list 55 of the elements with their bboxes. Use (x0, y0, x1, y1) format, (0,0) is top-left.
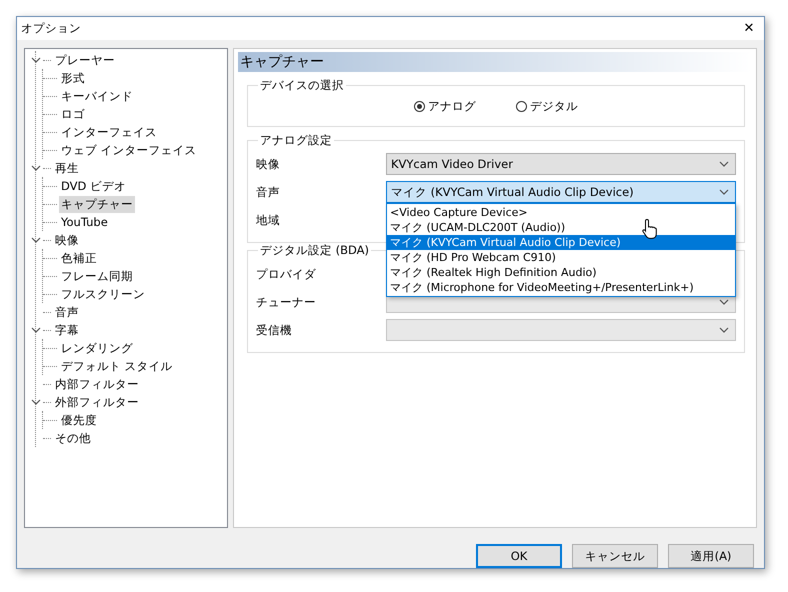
group-title: デジタル設定 (BDA) (259, 243, 370, 258)
chevron-icon (719, 189, 729, 195)
tree-item[interactable]: 優先度 (59, 412, 99, 428)
tree-item[interactable]: デフォルト スタイル (59, 358, 175, 374)
tree-item[interactable]: 映像 (53, 232, 81, 248)
expand-icon[interactable] (31, 237, 41, 243)
expand-icon[interactable] (31, 327, 41, 333)
hand-cursor-icon (642, 218, 658, 240)
chevron-icon (719, 161, 729, 167)
tree-item[interactable]: 再生 (53, 160, 81, 176)
dropdown-option[interactable]: マイク (Realtek High Definition Audio) (387, 265, 735, 280)
group-title: アナログ設定 (259, 133, 333, 148)
window-title: オプション (21, 21, 81, 36)
dropdown-option[interactable]: マイク (UCAM-DLC200T (Audio)) (387, 220, 735, 235)
field-label: 音声 (256, 184, 281, 200)
tree-item[interactable]: ウェブ インターフェイス (59, 142, 199, 158)
dialog-button[interactable]: 適用(A) (668, 544, 754, 568)
tree-item[interactable]: レンダリング (59, 340, 135, 356)
field-label: 受信機 (256, 322, 293, 338)
dropdown-option[interactable]: <Video Capture Device> (387, 205, 735, 220)
tree-item[interactable]: 外部フィルター (53, 394, 141, 410)
dropdown-option[interactable]: マイク (Microphone for VideoMeeting+/PresenterLink+) (387, 280, 735, 295)
chevron-icon (719, 327, 729, 333)
radio-option[interactable]: アナログ (414, 99, 476, 114)
tree-item[interactable]: 内部フィルター (53, 376, 141, 392)
field-label: プロバイダ (256, 266, 317, 282)
expand-icon[interactable] (31, 57, 41, 63)
group-title: デバイスの選択 (259, 78, 345, 93)
tree-item[interactable]: DVD ビデオ (59, 178, 128, 194)
dropdown-option[interactable]: マイク (KVYCam Virtual Audio Clip Device) (387, 235, 735, 250)
radio-option[interactable]: デジタル (516, 99, 578, 114)
tree-item[interactable]: キャプチャー (59, 196, 135, 212)
field-label: 地域 (256, 212, 281, 228)
tree-item[interactable]: 字幕 (53, 322, 81, 338)
tree-item[interactable]: キーバインド (59, 88, 135, 104)
tree-item[interactable]: 色補正 (59, 250, 99, 266)
tree-item[interactable]: 音声 (53, 304, 81, 320)
field-label: チューナー (256, 294, 317, 310)
tree-item[interactable]: ロゴ (59, 106, 87, 122)
dialog-button[interactable]: キャンセル (572, 544, 658, 568)
expand-icon[interactable] (31, 165, 41, 171)
tree-item[interactable]: プレーヤー (53, 52, 117, 68)
dialog-button[interactable]: OK (476, 544, 562, 568)
close-button[interactable]: ✕ (734, 17, 764, 40)
tree-item[interactable]: フレーム同期 (59, 268, 135, 284)
dropdown[interactable]: KVYcam Video Driver (386, 153, 736, 175)
tree-item[interactable]: 形式 (59, 70, 87, 86)
tree-item[interactable]: フルスクリーン (59, 286, 147, 302)
tree-item[interactable]: その他 (53, 430, 93, 446)
tree-item[interactable]: YouTube (59, 214, 110, 230)
field-label: 映像 (256, 156, 281, 172)
dropdown-option[interactable]: マイク (HD Pro Webcam C910) (387, 250, 735, 265)
tree-item[interactable]: インターフェイス (59, 124, 159, 140)
expand-icon[interactable] (31, 399, 41, 405)
chevron-icon (719, 299, 729, 305)
